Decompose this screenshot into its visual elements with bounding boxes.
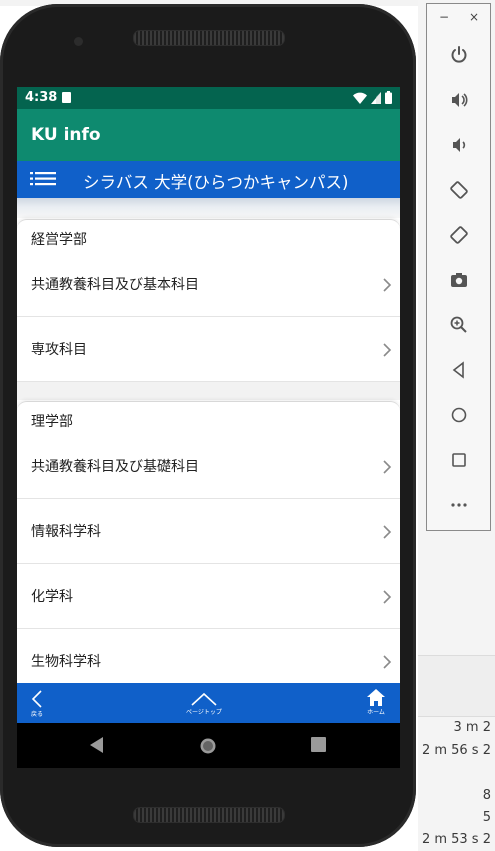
list-item[interactable]: 共通教養科目及び基本科目 [17,252,400,317]
list-item[interactable]: 情報科学科 [17,499,400,564]
camera-icon[interactable] [443,264,475,296]
status-bar: 4:38 [17,87,400,109]
phone-screen: 4:38 KU info シラバス 大学(ひらつかキャンパス) 経営学部 共通教… [17,87,400,768]
chevron-right-icon [383,343,392,357]
home-caption: ホーム [367,709,385,716]
section-title: 経営学部 [31,232,87,248]
ide-log-line: 3 m 2 [453,720,491,735]
page-title: シラバス 大学(ひらつかキャンパス) [83,173,349,192]
close-button[interactable]: × [469,10,479,24]
system-home-icon[interactable] [199,737,217,755]
list-item-label: 専攻科目 [31,342,87,358]
ide-log-line: 2 m 53 s 2 [421,832,491,847]
chevron-right-icon [383,460,392,474]
more-icon[interactable] [443,489,475,521]
home-icon[interactable] [443,399,475,431]
list-item-label: 情報科学科 [31,524,101,540]
scroll-shadow-strip [17,198,400,218]
bottom-navigation: 戻る ページトップ ホーム [17,683,400,723]
house-icon [367,689,385,706]
power-icon[interactable] [443,39,475,71]
home-button[interactable]: ホーム [363,683,389,723]
list-item-label: 化学科 [31,589,73,605]
bottom-speaker [133,807,285,823]
section-gap [17,382,400,400]
app-title: KU info [31,125,101,145]
status-time: 4:38 [25,90,58,105]
chevron-right-icon [383,655,392,669]
chevron-up-icon [191,692,217,706]
app-bar: KU info [17,109,400,161]
rotate-left-icon[interactable] [443,174,475,206]
page-top-caption: ページトップ [186,709,222,716]
ide-log-line: 8 [482,788,491,803]
chevron-left-icon [31,690,42,708]
list-item[interactable]: 共通教養科目及び基礎科目 [17,434,400,499]
battery-icon [385,91,392,104]
ide-log-line: 5 [482,810,491,825]
ide-log-line: 2 m 56 s 2 [421,743,491,758]
section-header-science: 理学部 [17,401,400,435]
list-item-label: 共通教養科目及び基本科目 [31,277,199,293]
page-top-button[interactable]: ページトップ [177,683,231,723]
chevron-right-icon [383,525,392,539]
minimize-button[interactable]: − [439,10,449,24]
chevron-right-icon [383,278,392,292]
status-icons [353,91,392,104]
list-item-label: 共通教養科目及び基礎科目 [31,459,199,475]
top-speaker [133,30,285,46]
emulator-toolbar: − × [426,3,491,531]
back-button[interactable]: 戻る [27,683,47,723]
chevron-right-icon [383,590,392,604]
list-item-label: 生物科学科 [31,654,101,670]
rotate-right-icon[interactable] [443,219,475,251]
overview-icon[interactable] [443,444,475,476]
list-item[interactable]: 専攻科目 [17,317,400,382]
page-header: シラバス 大学(ひらつかキャンパス) [17,161,400,198]
section-header-management: 経営学部 [17,219,400,253]
system-back-icon[interactable] [90,737,104,753]
system-overview-icon[interactable] [311,737,326,752]
system-navigation [17,723,400,768]
ide-row-band [418,655,495,717]
back-icon[interactable] [443,354,475,386]
zoom-icon[interactable] [443,309,475,341]
signal-icon [371,91,381,104]
section-title: 理学部 [31,414,73,430]
phone-frame: 4:38 KU info シラバス 大学(ひらつかキャンパス) 経営学部 共通教… [0,4,416,847]
front-camera [74,37,83,46]
wifi-icon [353,92,367,104]
volume-up-icon[interactable] [443,84,475,116]
list-item[interactable]: 化学科 [17,564,400,629]
sd-card-icon [62,92,71,103]
menu-icon[interactable] [30,170,56,190]
back-caption: 戻る [30,711,43,718]
volume-down-icon[interactable] [443,129,475,161]
